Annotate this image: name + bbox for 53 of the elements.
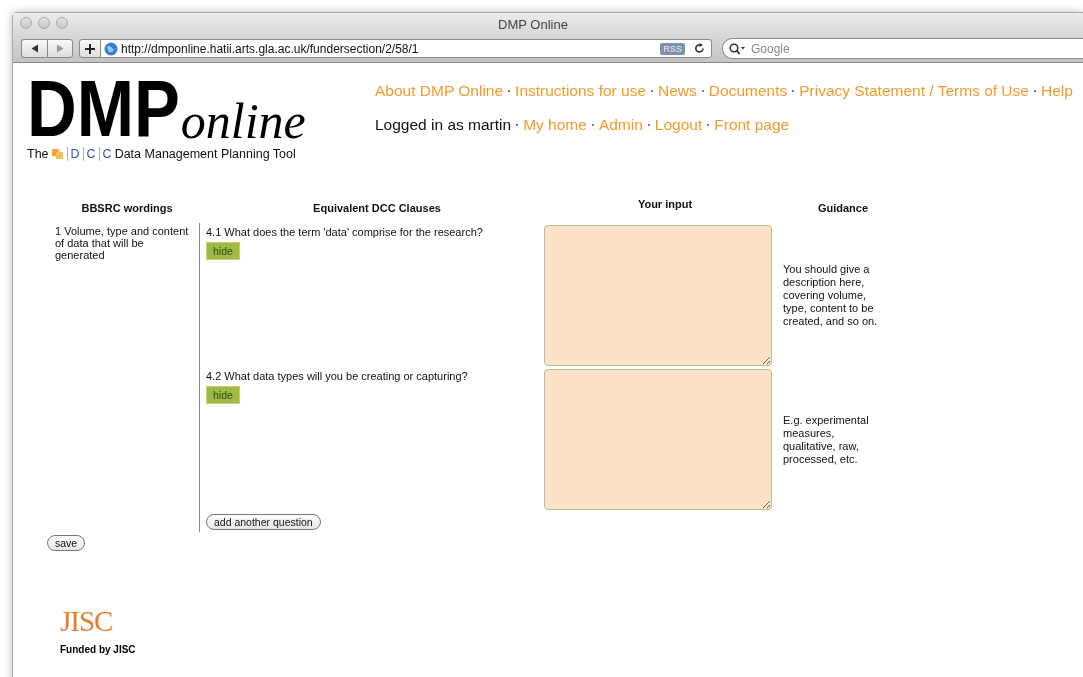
hide-button[interactable]: hide [206, 386, 240, 404]
reload-icon[interactable] [694, 43, 705, 54]
guidance-text: E.g. experimental measures, qualitative, raw, processed, etc. [782, 413, 870, 466]
column-header: BBSRC wordings [80, 202, 174, 214]
login-status: Logged in as martin [375, 116, 512, 134]
squares-icon [51, 148, 64, 160]
nav-link[interactable]: My home [523, 116, 587, 134]
rss-badge[interactable]: RSS [660, 42, 685, 55]
window-title: DMP Online [498, 16, 568, 32]
nav-link[interactable]: News [658, 82, 697, 100]
logo-wordmark: DMP [27, 77, 180, 141]
nav-link[interactable]: Help [1040, 82, 1073, 100]
close-button[interactable] [20, 17, 32, 29]
tagline-text: Data Management Planning Tool [114, 147, 296, 161]
dcc-letter: C [98, 147, 112, 161]
zoom-button[interactable] [56, 17, 68, 29]
guidance-text: You should give a description here, covering volume, type, content to be created, and so on. [782, 263, 879, 328]
search-bar[interactable]: Google [722, 38, 1083, 59]
answer-box[interactable] [544, 225, 772, 366]
back-button[interactable] [21, 39, 47, 58]
funded-text: Funded by JISC [60, 644, 136, 655]
nav-link[interactable]: Privacy Statement / Terms of Use [799, 82, 1029, 100]
jisc-logo: JISC [60, 605, 113, 638]
nav-link[interactable]: Admin [598, 116, 643, 134]
address-bar[interactable]: http://dmponline.hatii.arts.gla.ac.uk/fundersection/2/58/1 RSS [100, 39, 712, 58]
answer-box[interactable] [544, 369, 772, 510]
minimize-button[interactable] [38, 17, 50, 29]
column-header: Guidance [816, 202, 870, 214]
back-arrow-icon [30, 44, 39, 53]
add-question-button[interactable]: add another question [206, 514, 321, 530]
nav-link[interactable]: Front page [714, 116, 790, 134]
column-header: Your input [636, 198, 694, 210]
column-header: Equivalent DCC Clauses [312, 202, 442, 214]
question-text: 4.2 What data types will you be creating or capturing? [206, 369, 469, 383]
nav-link[interactable]: Instructions for use [515, 82, 647, 100]
plus-icon [85, 43, 95, 54]
globe-icon [104, 41, 118, 56]
question-text: 4.1 What does the term 'data' comprise for the research? [206, 225, 484, 239]
save-button[interactable]: save [47, 535, 86, 551]
search-input[interactable]: Google [749, 40, 953, 57]
forward-arrow-icon [56, 44, 64, 53]
nav-link[interactable]: Logout [654, 116, 703, 134]
nav-link[interactable]: Documents [708, 82, 788, 100]
nav-link[interactable]: About DMP Online [375, 82, 504, 100]
logo-script: online [180, 101, 306, 141]
dcc-letter: D [66, 147, 80, 161]
add-bookmark-button[interactable] [79, 39, 101, 58]
search-icon [729, 42, 746, 55]
tagline-text: The [27, 147, 49, 161]
dcc-letter: C [82, 147, 96, 161]
table-cell-text: 1 Volume, type and content of data that will be generated [54, 224, 190, 263]
url-text: http://dmponline.hatii.arts.gla.ac.uk/fundersection/2/58/1 [121, 41, 420, 56]
hide-button[interactable]: hide [206, 242, 240, 260]
